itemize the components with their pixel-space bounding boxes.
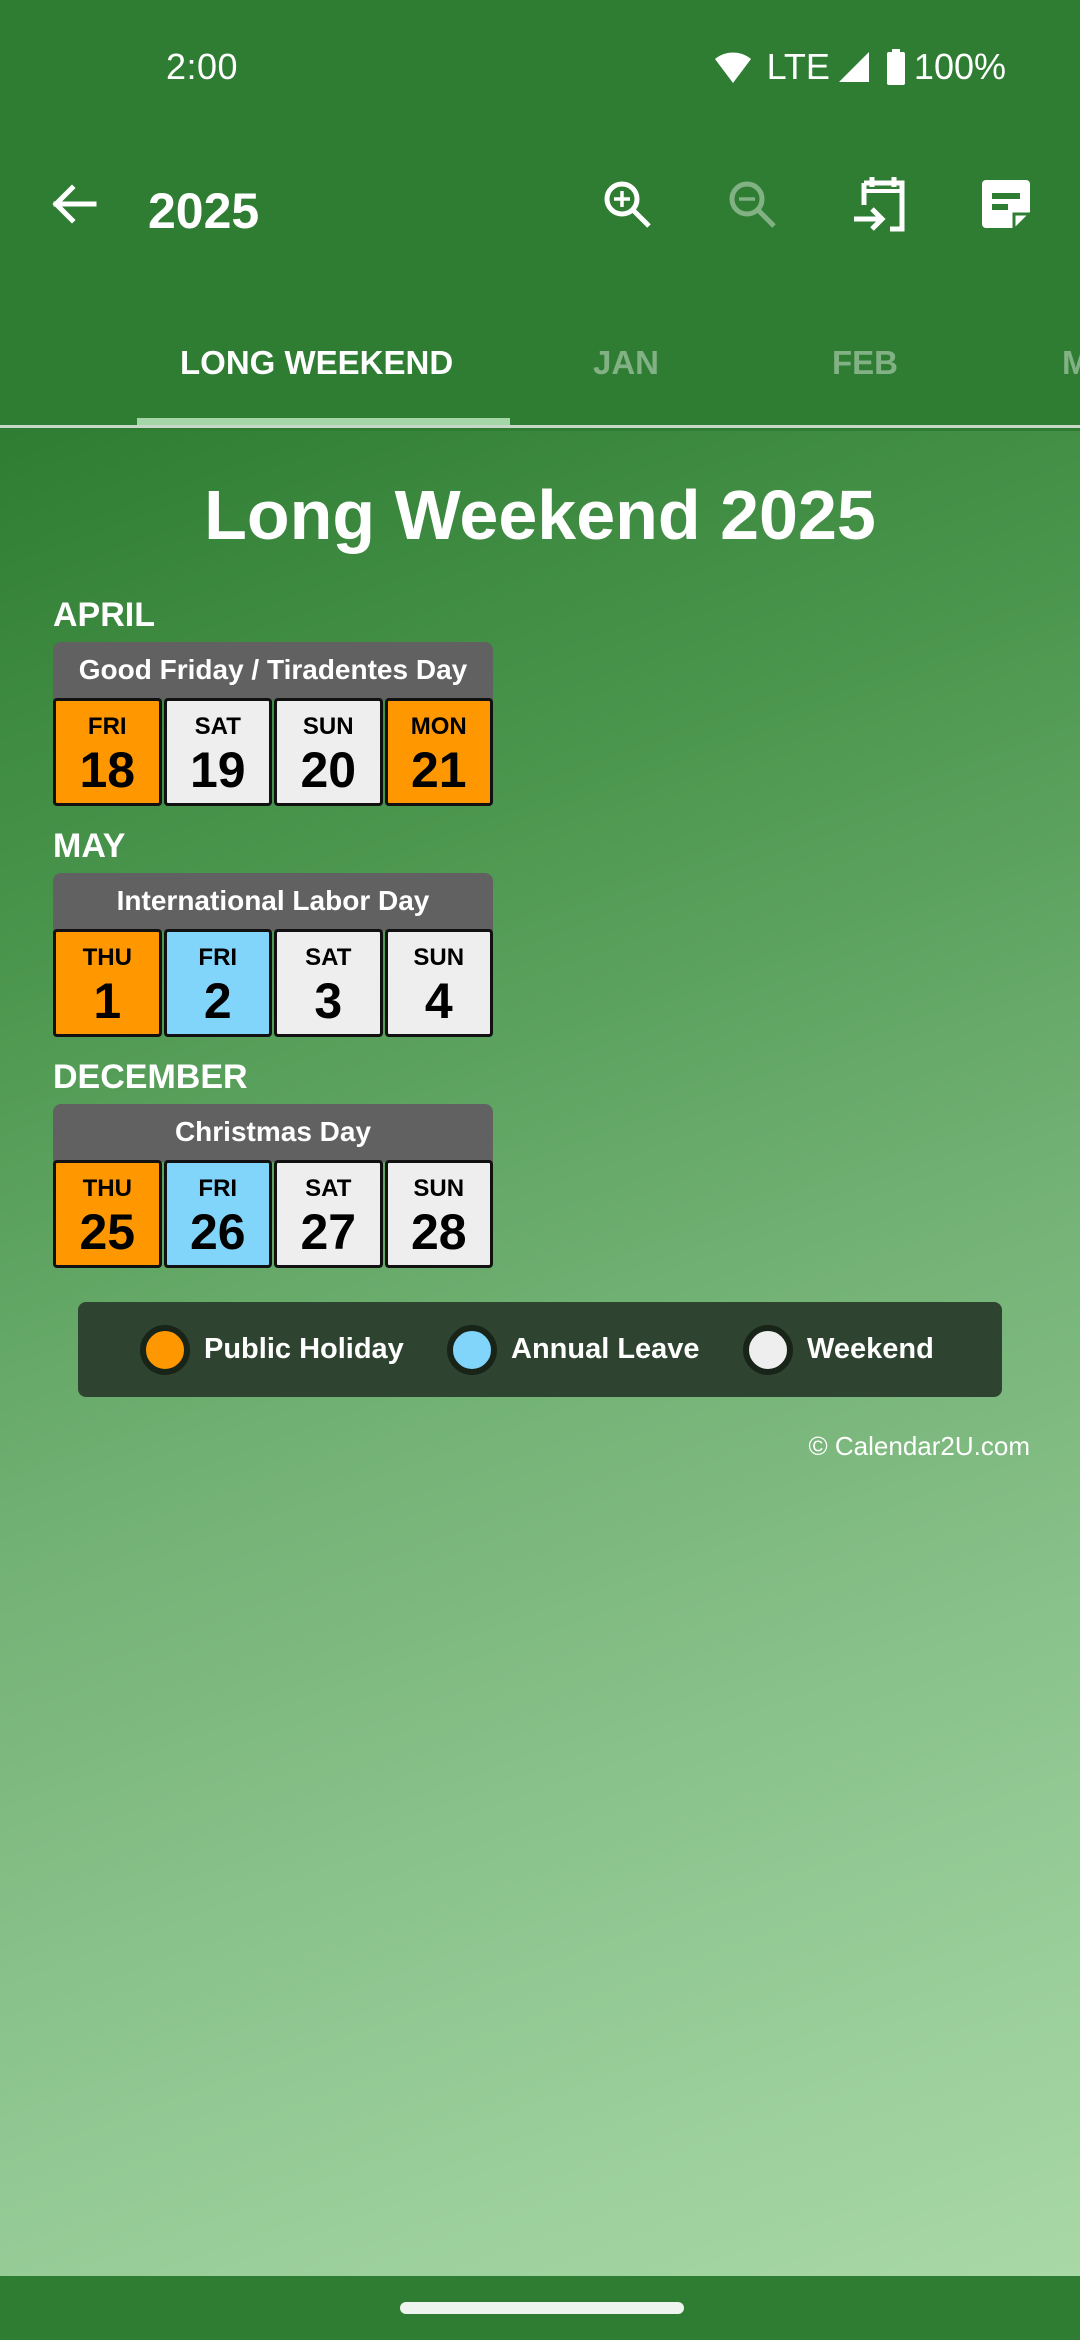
tab-indicator	[137, 418, 510, 425]
day-row: THU 1 FRI 2 SAT 3 SUN 4	[53, 929, 493, 1037]
day-cell[interactable]: SAT 3	[274, 929, 383, 1037]
holiday-name: International Labor Day	[53, 873, 493, 931]
arrow-left-icon	[52, 184, 97, 224]
notes-button[interactable]	[972, 170, 1042, 240]
legend: Public Holiday Annual Leave Weekend	[78, 1302, 1002, 1397]
weekend-dot-icon	[743, 1324, 793, 1375]
day-number: 27	[300, 1204, 357, 1260]
legend-label: Weekend	[807, 1333, 934, 1365]
go-to-date-button[interactable]	[845, 170, 915, 240]
calendar-arrow-icon	[854, 177, 905, 232]
day-cell[interactable]: FRI 26	[163, 1160, 272, 1268]
legend-label: Public Holiday	[204, 1333, 404, 1365]
day-of-week: SAT	[305, 1175, 352, 1202]
day-of-week: SUN	[302, 713, 354, 740]
day-cell[interactable]: SUN 28	[384, 1160, 493, 1268]
day-number: 2	[203, 973, 232, 1029]
day-of-week: FRI	[198, 1175, 238, 1202]
public-holiday-dot-icon	[140, 1324, 190, 1375]
note-icon	[982, 180, 1030, 228]
day-cell[interactable]: SUN 4	[384, 929, 493, 1037]
day-of-week: THU	[82, 944, 132, 971]
holiday-block[interactable]: Good Friday / Tiradentes Day FRI 18 SAT 19…	[53, 642, 493, 806]
day-number: 4	[424, 973, 453, 1029]
tab-mar[interactable]: M	[1062, 344, 1080, 382]
holiday-name: Christmas Day	[53, 1104, 493, 1162]
annual-leave-dot-icon	[447, 1324, 497, 1375]
day-of-week: SUN	[413, 1175, 465, 1202]
battery-icon	[886, 49, 905, 85]
day-of-week: THU	[82, 1175, 132, 1202]
tab-bar: LONG WEEKEND JAN FEB M	[0, 300, 1080, 428]
month-label: DECEMBER	[53, 1058, 248, 1096]
app-title: 2025	[148, 183, 260, 239]
day-of-week: MON	[410, 713, 467, 740]
day-cell[interactable]: FRI 2	[163, 929, 272, 1037]
day-of-week: SUN	[413, 944, 465, 971]
day-of-week: FRI	[198, 944, 238, 971]
tab-feb[interactable]: FEB	[832, 344, 898, 382]
day-cell[interactable]: SAT 19	[163, 698, 272, 806]
day-number: 28	[410, 1204, 467, 1260]
day-number: 1	[93, 973, 122, 1029]
tab-long-weekend[interactable]: LONG WEEKEND	[180, 344, 453, 382]
day-row: FRI 18 SAT 19 SUN 20 MON 21	[53, 698, 493, 806]
day-number: 3	[314, 973, 343, 1029]
month-label: APRIL	[53, 596, 155, 634]
status-icons: LTE 100%	[713, 46, 1006, 88]
legend-label: Annual Leave	[511, 1333, 700, 1365]
day-of-week: SAT	[305, 944, 352, 971]
status-time: 2:00	[166, 46, 239, 87]
day-number: 21	[410, 742, 467, 798]
day-cell[interactable]: THU 25	[53, 1160, 162, 1268]
copyright-link[interactable]: © Calendar2U.com	[809, 1431, 1030, 1462]
legend-item-annual-leave: Annual Leave	[447, 1302, 700, 1397]
day-cell[interactable]: SUN 20	[274, 698, 383, 806]
holiday-block[interactable]: Christmas Day THU 25 FRI 26 SAT 27 SUN 28	[53, 1104, 493, 1268]
day-of-week: FRI	[87, 713, 127, 740]
page-title: Long Weekend 2025	[204, 476, 876, 554]
day-row: THU 25 FRI 26 SAT 27 SUN 28	[53, 1160, 493, 1268]
day-number: 19	[189, 742, 246, 798]
app-bar: 2025	[0, 140, 1080, 300]
tab-jan[interactable]: JAN	[593, 344, 659, 382]
day-number: 25	[79, 1204, 136, 1260]
day-cell[interactable]: THU 1	[53, 929, 162, 1037]
navigation-bar	[0, 2276, 1080, 2340]
legend-item-public-holiday: Public Holiday	[140, 1302, 404, 1397]
day-of-week: SAT	[194, 713, 241, 740]
content-area: Long Weekend 2025 APRIL Good Friday / Ti…	[0, 431, 1080, 2276]
back-button[interactable]	[44, 174, 104, 234]
wifi-icon	[714, 52, 751, 83]
signal-icon	[838, 52, 869, 82]
zoom-out-icon	[729, 181, 776, 228]
holiday-name: Good Friday / Tiradentes Day	[53, 642, 493, 700]
day-number: 26	[189, 1204, 246, 1260]
zoom-in-icon	[604, 181, 651, 228]
zoom-out-button[interactable]	[718, 170, 788, 240]
battery-percent: 100%	[913, 46, 1006, 87]
month-label: MAY	[53, 827, 126, 865]
network-type: LTE	[766, 46, 830, 87]
zoom-in-button[interactable]	[593, 170, 663, 240]
legend-item-weekend: Weekend	[743, 1302, 934, 1397]
home-gesture-handle[interactable]	[400, 2302, 684, 2314]
holiday-block[interactable]: International Labor Day THU 1 FRI 2 SAT 3 S…	[53, 873, 493, 1037]
status-bar: 2:00 LTE 100%	[0, 0, 1080, 140]
day-number: 20	[300, 742, 357, 798]
day-number: 18	[79, 742, 136, 798]
day-cell[interactable]: MON 21	[384, 698, 493, 806]
day-cell[interactable]: SAT 27	[274, 1160, 383, 1268]
day-cell[interactable]: FRI 18	[53, 698, 162, 806]
